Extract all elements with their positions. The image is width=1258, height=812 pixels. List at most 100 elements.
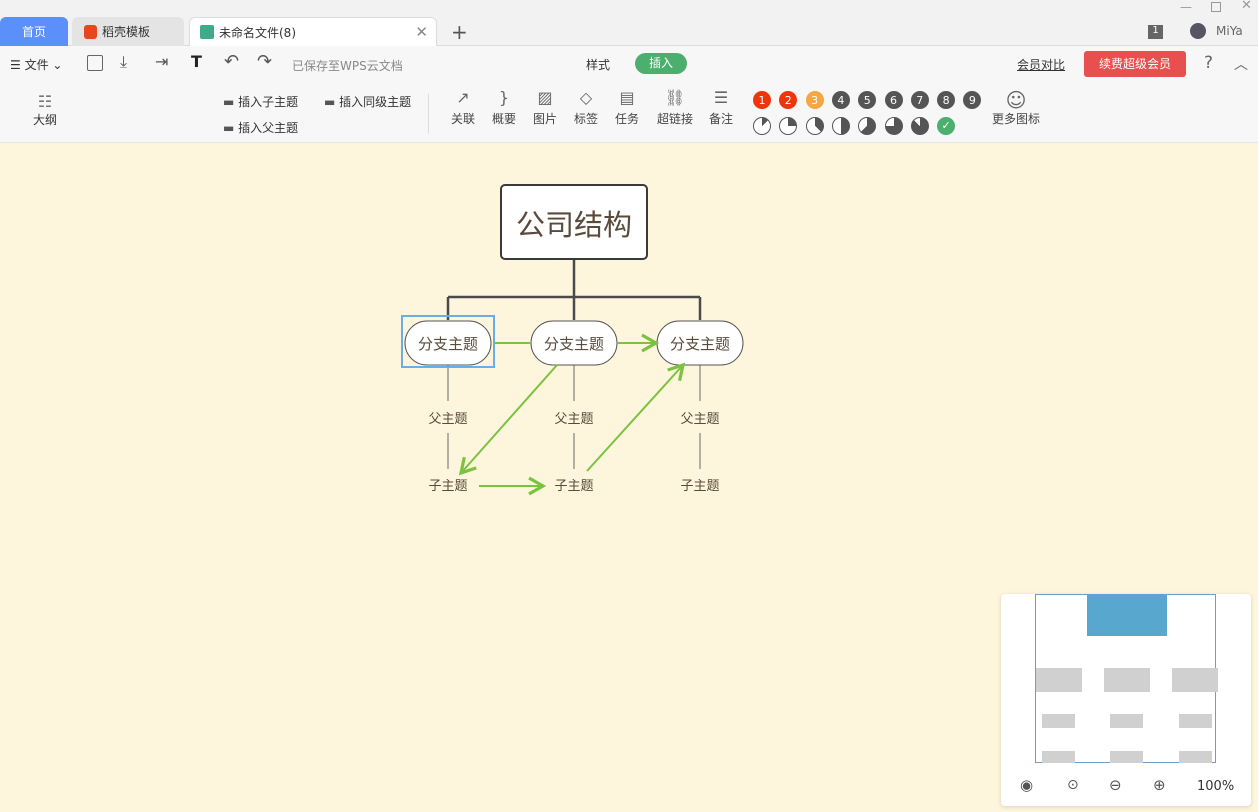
zoom-out-icon[interactable]: ⊖: [1109, 776, 1122, 794]
minimap-node: [1179, 751, 1212, 763]
progress-4-eighths-icon[interactable]: [831, 117, 850, 135]
tool-image[interactable]: ▨ 图片: [525, 88, 565, 127]
summary-brace-icon: }: [498, 88, 510, 107]
parent-topic[interactable]: 父主题: [554, 412, 593, 427]
zoom-in-icon[interactable]: ⊕: [1153, 776, 1166, 794]
priority-3-icon[interactable]: 3: [805, 91, 824, 109]
minimize-icon[interactable]: —: [1180, 0, 1192, 14]
close-window-icon[interactable]: ✕: [1241, 0, 1252, 13]
collapse-ribbon-icon[interactable]: ︿: [1234, 54, 1248, 74]
file-label: 文件: [24, 58, 49, 72]
tool-label: 关联: [450, 112, 475, 126]
smiley-icon: ☺: [1005, 88, 1027, 112]
more-icons-label: 更多图标: [991, 112, 1040, 126]
parent-topic[interactable]: 父主题: [680, 412, 719, 427]
relation-arrow[interactable]: [586, 362, 686, 472]
child-topic[interactable]: 子主题: [554, 479, 593, 494]
mindmap-canvas[interactable]: 公司结构 分支主题 父主题 子主题 分支主题 父主题 子主题 分支主题 父主题 …: [0, 143, 1000, 543]
minimap-node: [1104, 668, 1150, 692]
redo-icon[interactable]: ↷: [257, 51, 272, 72]
download-icon[interactable]: ⤓: [120, 52, 127, 72]
maximize-icon[interactable]: [1211, 2, 1221, 12]
tool-relation-arrow[interactable]: ↗ 关联: [443, 88, 483, 127]
user-name[interactable]: MiYa: [1216, 24, 1243, 38]
tab-home[interactable]: 首页: [0, 17, 68, 46]
progress-7-eighths-icon[interactable]: [910, 117, 929, 135]
save-status: 已保存至WPS云文档: [292, 59, 403, 73]
priority-6-icon[interactable]: 6: [884, 91, 903, 109]
center-icon[interactable]: ⊙: [1067, 777, 1079, 793]
docer-logo-icon: [84, 24, 97, 39]
minimap-node: [1110, 751, 1143, 763]
tool-label: 任务: [614, 112, 639, 126]
insert-parent-label: 插入父主题: [238, 121, 299, 135]
tab-document[interactable]: 未命名文件(8) ✕: [189, 17, 437, 46]
relation-arrow-icon: ↗: [456, 88, 470, 107]
undo-icon[interactable]: ↶: [224, 51, 239, 72]
new-tab-plus-icon[interactable]: +: [451, 20, 468, 44]
file-menu[interactable]: ☰ 文件 ⌄: [10, 56, 62, 73]
insert-sibling-label: 插入同级主题: [339, 95, 412, 109]
minimap[interactable]: ◉ ⊙ ⊖ ⊕ 100%: [1001, 594, 1251, 806]
tab-label: 首页: [21, 25, 46, 39]
outline-label: 大纲: [32, 113, 57, 127]
minimap-node: [1042, 714, 1075, 728]
note-icon: ☰: [713, 88, 729, 107]
task-done-icon[interactable]: ✓: [937, 117, 956, 135]
tab-label: 未命名文件(8): [219, 25, 296, 40]
tool-note[interactable]: ☰ 备注: [701, 88, 741, 127]
insert-parent-icon: ▬: [223, 121, 239, 135]
priority-7-icon[interactable]: 7: [910, 91, 929, 109]
root-topic-label: 公司结构: [516, 208, 632, 242]
tool-label: 概要: [491, 112, 516, 126]
zoom-level: 100%: [1197, 779, 1235, 794]
progress-3-eighths-icon[interactable]: [805, 117, 824, 135]
renew-membership-button[interactable]: 续费超级会员: [1084, 51, 1186, 77]
insert-parent-button[interactable]: ▬ 插入父主题: [223, 119, 298, 136]
save-icon[interactable]: [87, 55, 103, 71]
relation-arrow[interactable]: [458, 364, 558, 476]
child-topic[interactable]: 子主题: [680, 479, 719, 494]
tool-tag[interactable]: ◇ 标签: [566, 88, 606, 127]
tab-label: 稻壳模板: [102, 25, 151, 39]
priority-8-icon[interactable]: 8: [937, 91, 956, 109]
priority-1-icon[interactable]: 1: [753, 91, 771, 109]
minimap-node: [1172, 668, 1218, 692]
menu-icon: ☰: [10, 58, 25, 72]
progress-1-eighths-icon[interactable]: [753, 117, 771, 135]
priority-4-icon[interactable]: 4: [831, 91, 850, 109]
eye-icon[interactable]: ◉: [1020, 776, 1033, 794]
tag-icon: ◇: [579, 88, 593, 107]
parent-topic[interactable]: 父主题: [428, 412, 467, 427]
tab-insert[interactable]: 插入: [635, 53, 687, 74]
tool-label: 图片: [532, 112, 557, 126]
format-painter-icon[interactable]: T: [191, 52, 202, 71]
tab-docer[interactable]: 稻壳模板: [72, 17, 184, 46]
insert-child-icon: ▬: [223, 95, 239, 109]
outline-button[interactable]: ☷ 大纲: [28, 92, 62, 128]
insert-sibling-icon: ▬: [324, 95, 340, 109]
insert-sibling-button[interactable]: ▬ 插入同级主题: [324, 93, 411, 110]
child-topic[interactable]: 子主题: [428, 479, 467, 494]
minimap-root: [1087, 595, 1167, 636]
divider: [428, 94, 429, 134]
tool-task[interactable]: ▤ 任务: [607, 88, 647, 127]
more-icons-button[interactable]: ☺ 更多图标: [991, 88, 1041, 127]
insert-child-label: 插入子主题: [238, 95, 299, 109]
tab-bar: 首页 稻壳模板 未命名文件(8) ✕ + — ✕ 1 MiYa: [0, 0, 1258, 46]
insert-child-button[interactable]: ▬ 插入子主题: [223, 93, 298, 110]
branch-topic-label: 分支主题: [670, 335, 730, 353]
close-tab-icon[interactable]: ✕: [415, 23, 428, 41]
progress-6-eighths-icon[interactable]: [884, 117, 903, 135]
tool-link[interactable]: ⛓ 超链接: [654, 88, 696, 127]
tool-summary-brace[interactable]: } 概要: [484, 88, 524, 127]
tab-style[interactable]: 样式: [586, 56, 610, 73]
export-icon[interactable]: ⇥: [155, 52, 168, 71]
window-count-badge[interactable]: 1: [1148, 25, 1163, 39]
minimap-node: [1110, 714, 1143, 728]
task-icon: ▤: [619, 88, 635, 107]
outline-icon: ☷: [37, 92, 53, 111]
help-icon[interactable]: ?: [1204, 53, 1213, 73]
avatar[interactable]: [1190, 23, 1206, 39]
member-compare-link[interactable]: 会员对比: [1017, 56, 1065, 73]
